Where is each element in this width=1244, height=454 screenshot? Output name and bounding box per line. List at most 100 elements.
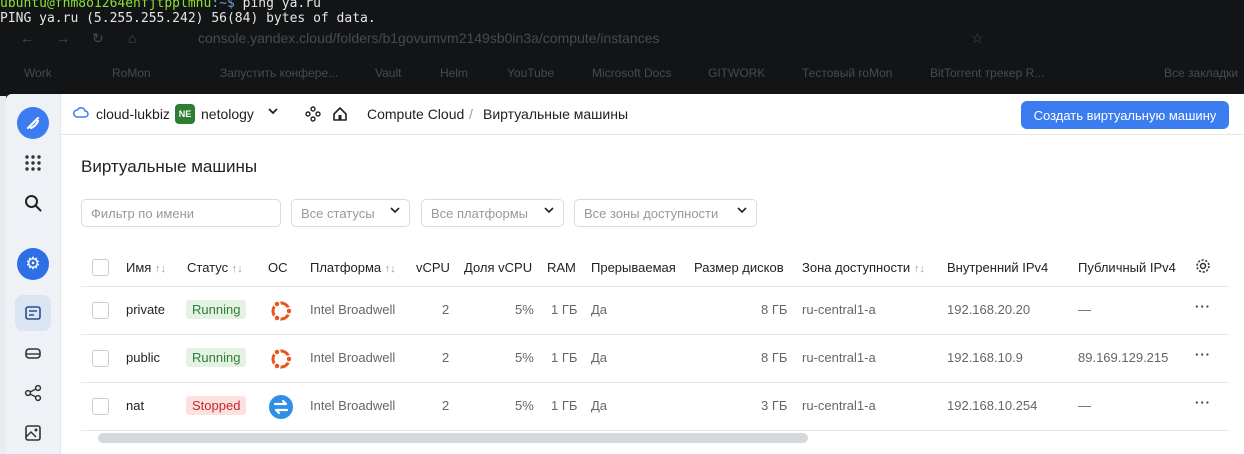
cloud-icon <box>73 105 89 122</box>
col-status[interactable]: Статус ↑↓ <box>187 260 243 275</box>
apps-grid-icon[interactable] <box>15 145 51 181</box>
cloud-name[interactable]: cloud-lukbiz <box>96 106 170 122</box>
ubuntu-icon <box>268 346 294 375</box>
select-all-checkbox[interactable] <box>92 259 109 276</box>
col-ram: RAM <box>547 260 576 275</box>
create-vm-button[interactable]: Создать виртуальную машину <box>1021 101 1229 129</box>
col-platform-label: Платформа <box>310 260 382 275</box>
status-select[interactable]: Все статусы <box>291 199 410 227</box>
disk-size-value: 3 ГБ <box>761 398 788 413</box>
chevron-down-icon[interactable] <box>267 104 279 120</box>
ubuntu-icon <box>268 298 294 327</box>
platform-value: Intel Broadwell <box>310 302 396 317</box>
home-icon[interactable]: ⌂ <box>128 30 136 46</box>
folder-name[interactable]: netology <box>201 106 254 122</box>
share-nav-icon[interactable] <box>15 375 51 411</box>
bookmark-item[interactable]: Work <box>24 66 52 80</box>
row-checkbox[interactable] <box>92 398 109 415</box>
bookmark-item[interactable]: BitTorrent трекер R... <box>930 66 1044 80</box>
col-vcpu: vCPU <box>416 260 450 275</box>
horizontal-scrollbar[interactable] <box>98 433 808 443</box>
instances-nav-icon[interactable] <box>15 295 51 331</box>
vcpu-share-value: 5% <box>515 398 534 413</box>
ram-value: 1 ГБ <box>551 350 578 365</box>
terminal-user: ubuntu@fhm8o1264ehfjtpplmhu <box>0 0 212 11</box>
bookmark-item[interactable]: GITWORK <box>708 66 765 80</box>
star-icon[interactable]: ☆ <box>971 30 984 47</box>
col-name-label: Имя <box>126 260 152 275</box>
col-status-label: Статус <box>187 260 229 275</box>
vm-name[interactable]: nat <box>126 398 144 413</box>
sort-icon: ↑↓ <box>231 263 243 275</box>
table-settings-gear-icon[interactable] <box>1195 258 1211 277</box>
table-row[interactable]: public Running Intel Broadwell 2 5% 1 ГБ… <box>81 335 1229 383</box>
back-icon[interactable]: ← <box>20 30 34 46</box>
zone-value: ru-central1-a <box>802 350 876 365</box>
status-badge: Running <box>186 300 247 319</box>
bookmark-item[interactable]: Microsoft Docs <box>592 66 671 80</box>
col-zone[interactable]: Зона доступности ↑↓ <box>802 260 925 275</box>
row-actions-menu-icon[interactable]: ··· <box>1195 395 1211 410</box>
col-name[interactable]: Имя ↑↓ <box>126 260 166 275</box>
zone-select[interactable]: Все зоны доступности <box>574 199 757 227</box>
bookmark-item[interactable]: Vault <box>375 66 401 80</box>
disks-nav-icon[interactable] <box>15 335 51 371</box>
preemptible-value: Да <box>591 302 608 317</box>
images-nav-icon[interactable] <box>15 415 51 451</box>
breadcrumb-separator: / <box>469 106 473 122</box>
breadcrumb-service[interactable]: Compute Cloud <box>367 106 464 122</box>
vm-name[interactable]: private <box>126 302 165 317</box>
public-ip-value[interactable]: 89.169.129.215 <box>1078 350 1168 365</box>
status-badge: Running <box>186 348 247 367</box>
vcpu-share-value: 5% <box>515 350 534 365</box>
bookmark-item[interactable]: Тестовый roMon <box>802 66 892 80</box>
reload-icon[interactable]: ↻ <box>92 30 104 47</box>
bookmark-item[interactable]: RoMon <box>112 66 151 80</box>
vcpu-value: 2 <box>442 398 450 413</box>
url-text[interactable]: console.yandex.cloud/folders/b1govumvm21… <box>198 30 660 46</box>
internal-ip-value: 192.168.10.9 <box>947 350 1023 365</box>
services-graph-icon[interactable] <box>305 106 321 125</box>
row-actions-menu-icon[interactable]: ··· <box>1195 299 1211 314</box>
top-header: cloud-lukbiz NE netology Compute Cloud /… <box>61 94 1244 135</box>
vcpu-share-value: 5% <box>515 302 534 317</box>
internal-ip-value: 192.168.10.254 <box>947 398 1038 413</box>
sort-icon: ↑↓ <box>913 263 925 275</box>
col-internal-ip: Внутренний IPv4 <box>947 260 1049 275</box>
platform-select[interactable]: Все платформы <box>421 199 564 227</box>
search-icon[interactable] <box>15 185 51 221</box>
forward-icon[interactable]: → <box>56 30 70 46</box>
row-checkbox[interactable] <box>92 350 109 367</box>
table-row[interactable]: private Running Intel Broadwell 2 5% 1 Г… <box>81 287 1229 335</box>
bookmark-item[interactable]: Все закладки <box>1164 66 1238 80</box>
col-preemptible: Прерываемая <box>591 260 676 275</box>
bookmark-item[interactable]: Helm <box>440 66 468 80</box>
col-platform[interactable]: Платформа ↑↓ <box>310 260 396 275</box>
compute-service-gear-icon[interactable]: ⚙ <box>17 248 49 280</box>
vm-name[interactable]: public <box>126 350 160 365</box>
chevron-down-icon <box>543 204 555 219</box>
terminal-command: ping ya.ru <box>234 0 321 11</box>
row-actions-menu-icon[interactable]: ··· <box>1195 347 1211 362</box>
col-public-ip: Публичный IPv4 <box>1078 260 1176 275</box>
terminal-path: :~$ <box>211 0 235 11</box>
preemptible-value: Да <box>591 350 608 365</box>
col-zone-label: Зона доступности <box>802 260 911 275</box>
table-row[interactable]: nat Stopped Intel Broadwell 2 5% 1 ГБ Да… <box>81 383 1229 431</box>
bookmark-item[interactable]: Запустить конфере... <box>220 66 338 80</box>
platform-value: Intel Broadwell <box>310 398 396 413</box>
browser-chrome: ← → ↻ ⌂ console.yandex.cloud/folders/b1g… <box>0 26 1244 96</box>
row-checkbox[interactable] <box>92 302 109 319</box>
platform-select-value: Все платформы <box>431 206 528 221</box>
yandex-cloud-console: ⚙ cloud-lukbiz NE netology Compute Cloud <box>6 94 1244 454</box>
home-icon[interactable] <box>332 106 348 125</box>
bookmark-item[interactable]: YouTube <box>507 66 554 80</box>
ram-value: 1 ГБ <box>551 302 578 317</box>
yandex-cloud-logo-icon[interactable] <box>17 107 49 139</box>
address-bar[interactable]: ← → ↻ ⌂ console.yandex.cloud/folders/b1g… <box>16 26 1244 50</box>
public-ip-value: — <box>1078 398 1091 413</box>
page-title: Виртуальные машины <box>81 157 258 176</box>
name-filter-input[interactable]: Фильтр по имени <box>81 199 281 227</box>
disk-size-value: 8 ГБ <box>761 350 788 365</box>
ram-value: 1 ГБ <box>551 398 578 413</box>
